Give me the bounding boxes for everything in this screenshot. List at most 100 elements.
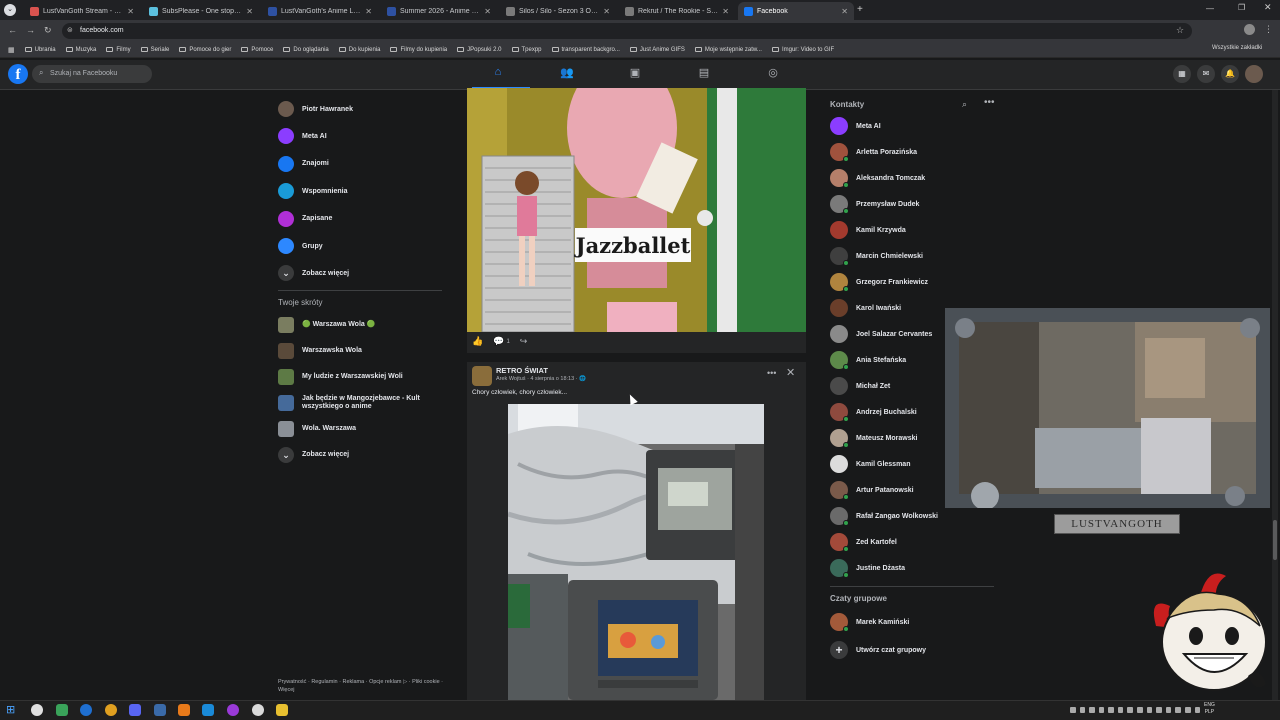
tab-close-icon[interactable]: ✕ — [127, 7, 134, 16]
contact-item[interactable]: Zed Kartofel — [830, 531, 990, 553]
create-group-chat-button[interactable]: + Utwórz czat grupowy — [830, 639, 990, 661]
minimize-icon[interactable]: — — [1206, 4, 1214, 13]
sidebar-item[interactable]: Piotr Hawranek — [278, 98, 448, 120]
site-info-icon[interactable]: ⊜ — [67, 26, 73, 34]
browser-tab[interactable]: SubsPlease - One stop shop fo ✕ — [143, 2, 259, 20]
bookmark-item[interactable]: Ubrania — [24, 47, 56, 53]
post-author[interactable]: RETRO ŚWIAT — [496, 366, 548, 375]
language-indicator[interactable]: ENG PLP — [1204, 702, 1215, 716]
sidebar-item[interactable]: ⌄ Zobacz więcej — [278, 262, 448, 284]
contact-item[interactable]: Przemysław Dudek — [830, 193, 990, 215]
contact-item[interactable]: Rafał Zangao Wolkowski — [830, 505, 990, 527]
scrollbar-thumb[interactable] — [1273, 520, 1277, 560]
close-icon[interactable]: ✕ — [786, 366, 795, 379]
account-avatar[interactable] — [1245, 65, 1263, 83]
contact-item[interactable]: Grzegorz Frankiewicz — [830, 271, 990, 293]
chrome-taskbar-icon[interactable] — [31, 704, 43, 716]
bookmark-item[interactable]: Filmy do kupienia — [390, 47, 447, 53]
browser-tab[interactable]: Summer 2026 - Anime - MyAni ✕ — [381, 2, 497, 20]
share-icon[interactable]: ↪ — [520, 336, 528, 347]
bookmark-item[interactable]: Filmy — [106, 47, 131, 53]
tab-search-icon[interactable]: ⌄ — [4, 4, 16, 16]
footer-links[interactable]: Prywatność · Regulamin · Reklama · Opcje… — [278, 678, 448, 694]
nav-marketplace-icon[interactable]: ▤ — [695, 66, 713, 82]
bookmark-item[interactable]: transparent backgro... — [551, 47, 620, 53]
browser-tab[interactable]: Facebook ✕ — [738, 2, 854, 20]
bookmark-item[interactable]: Do oglądania — [283, 47, 329, 53]
bookmark-item[interactable]: Muzyka — [65, 47, 96, 53]
discord-taskbar-icon[interactable] — [129, 704, 141, 716]
shortcut-item[interactable]: Wola. Warszawa — [278, 418, 448, 440]
contact-item[interactable]: Kamil Krzywda — [830, 219, 990, 241]
bookmark-item[interactable]: Pomoce — [241, 47, 273, 53]
tab-close-icon[interactable]: ✕ — [365, 7, 372, 16]
browser-tab[interactable]: LustVanGoth's Anime List - My ✕ — [262, 2, 378, 20]
browser-menu-icon[interactable]: ⋮ — [1264, 24, 1273, 35]
reload-icon[interactable]: ↻ — [44, 25, 52, 36]
app-taskbar-icon[interactable] — [154, 704, 166, 716]
sidebar-item[interactable]: Znajomi — [278, 153, 448, 175]
bookmark-item[interactable]: Do kupienia — [338, 47, 380, 53]
tab-close-icon[interactable]: ✕ — [722, 7, 729, 16]
nav-friends-icon[interactable]: 👥 — [558, 66, 576, 82]
contact-item[interactable]: Meta AI — [830, 115, 990, 137]
shortcut-item[interactable]: Warszawska Wola — [278, 340, 448, 362]
app-taskbar-icon[interactable] — [80, 704, 92, 716]
app-taskbar-icon[interactable] — [202, 704, 214, 716]
bookmark-item[interactable]: Pomoce do gier — [179, 47, 231, 53]
bookmark-star-icon[interactable]: ☆ — [1176, 25, 1184, 36]
facebook-logo-icon[interactable]: f — [8, 64, 28, 84]
post-image-jazzballet[interactable] — [467, 88, 806, 332]
profile-avatar[interactable] — [1244, 24, 1255, 35]
browser-tab[interactable]: Silos / Silo - Sezon 3 Odcinek 2 ✕ — [500, 2, 616, 20]
notifications-icon[interactable]: 🔔 — [1221, 65, 1239, 83]
page-avatar[interactable] — [472, 366, 492, 386]
all-bookmarks-link[interactable]: Wszystkie zakładki — [1212, 45, 1262, 51]
page-scrollbar[interactable] — [1272, 90, 1278, 700]
file-explorer-taskbar-icon[interactable] — [276, 704, 288, 716]
comment-icon[interactable]: 💬 — [493, 336, 504, 347]
contact-item[interactable]: Arletta Porazińska — [830, 141, 990, 163]
bookmark-item[interactable]: Tpexpp — [511, 47, 542, 53]
search-icon[interactable]: ⌕ — [962, 99, 967, 110]
app-taskbar-icon[interactable] — [227, 704, 239, 716]
like-icon[interactable]: 👍 — [472, 336, 483, 347]
contact-item[interactable]: Marcin Chmielewski — [830, 245, 990, 267]
close-window-icon[interactable]: ✕ — [1264, 2, 1272, 13]
tab-close-icon[interactable]: ✕ — [841, 7, 848, 16]
facebook-search-input[interactable]: Szukaj na Facebooku — [32, 65, 152, 83]
more-options-icon[interactable]: ••• — [767, 368, 776, 378]
app-taskbar-icon[interactable] — [252, 704, 264, 716]
system-tray[interactable] — [1070, 703, 1201, 717]
shortcut-item[interactable]: My ludzie z Warszawskiej Woli — [278, 366, 448, 388]
tab-close-icon[interactable]: ✕ — [603, 7, 610, 16]
windows-start-icon[interactable]: ⊞ — [6, 704, 18, 716]
vlc-taskbar-icon[interactable] — [178, 704, 190, 716]
nav-video-icon[interactable]: ▣ — [626, 66, 644, 82]
shortcut-item[interactable]: 🟢 Warszawa Wola 🟢 — [278, 314, 448, 336]
nav-home-icon[interactable]: ⌂ — [489, 66, 507, 82]
shortcut-item[interactable]: Jak będzie w Mangozjebawce - Kult wszyst… — [278, 392, 448, 414]
contact-item[interactable]: Justine Dżasta — [830, 557, 990, 579]
url-input[interactable]: facebook.com — [62, 23, 1192, 39]
browser-tab[interactable]: Rekrut / The Rookie - Sezon 3 O✕ — [619, 2, 735, 20]
post-image-retro-room[interactable] — [508, 404, 764, 700]
back-icon[interactable]: ← — [8, 25, 17, 35]
bookmark-item[interactable]: Seriale — [140, 47, 169, 53]
shortcut-item[interactable]: ⌄ Zobacz więcej — [278, 444, 448, 466]
sidebar-item[interactable]: Grupy — [278, 235, 448, 257]
tab-close-icon[interactable]: ✕ — [484, 7, 491, 16]
messenger-icon[interactable]: ✉ — [1197, 65, 1215, 83]
forward-icon[interactable]: → — [26, 25, 35, 35]
apps-grid-icon[interactable]: ▦ — [8, 46, 15, 54]
app-taskbar-icon[interactable] — [105, 704, 117, 716]
tab-close-icon[interactable]: ✕ — [246, 7, 253, 16]
maximize-icon[interactable]: ❐ — [1238, 3, 1245, 12]
sidebar-item[interactable]: Wspomnienia — [278, 180, 448, 202]
group-chat-item[interactable]: Marek Kamiński — [830, 611, 990, 633]
menu-grid-icon[interactable]: ▦ — [1173, 65, 1191, 83]
bookmark-item[interactable]: Just Anime GIFS — [629, 47, 685, 53]
bookmark-item[interactable]: Imgur: Video to GIF — [771, 47, 834, 53]
more-options-icon[interactable]: ••• — [984, 97, 995, 108]
contact-item[interactable]: Aleksandra Tomczak — [830, 167, 990, 189]
